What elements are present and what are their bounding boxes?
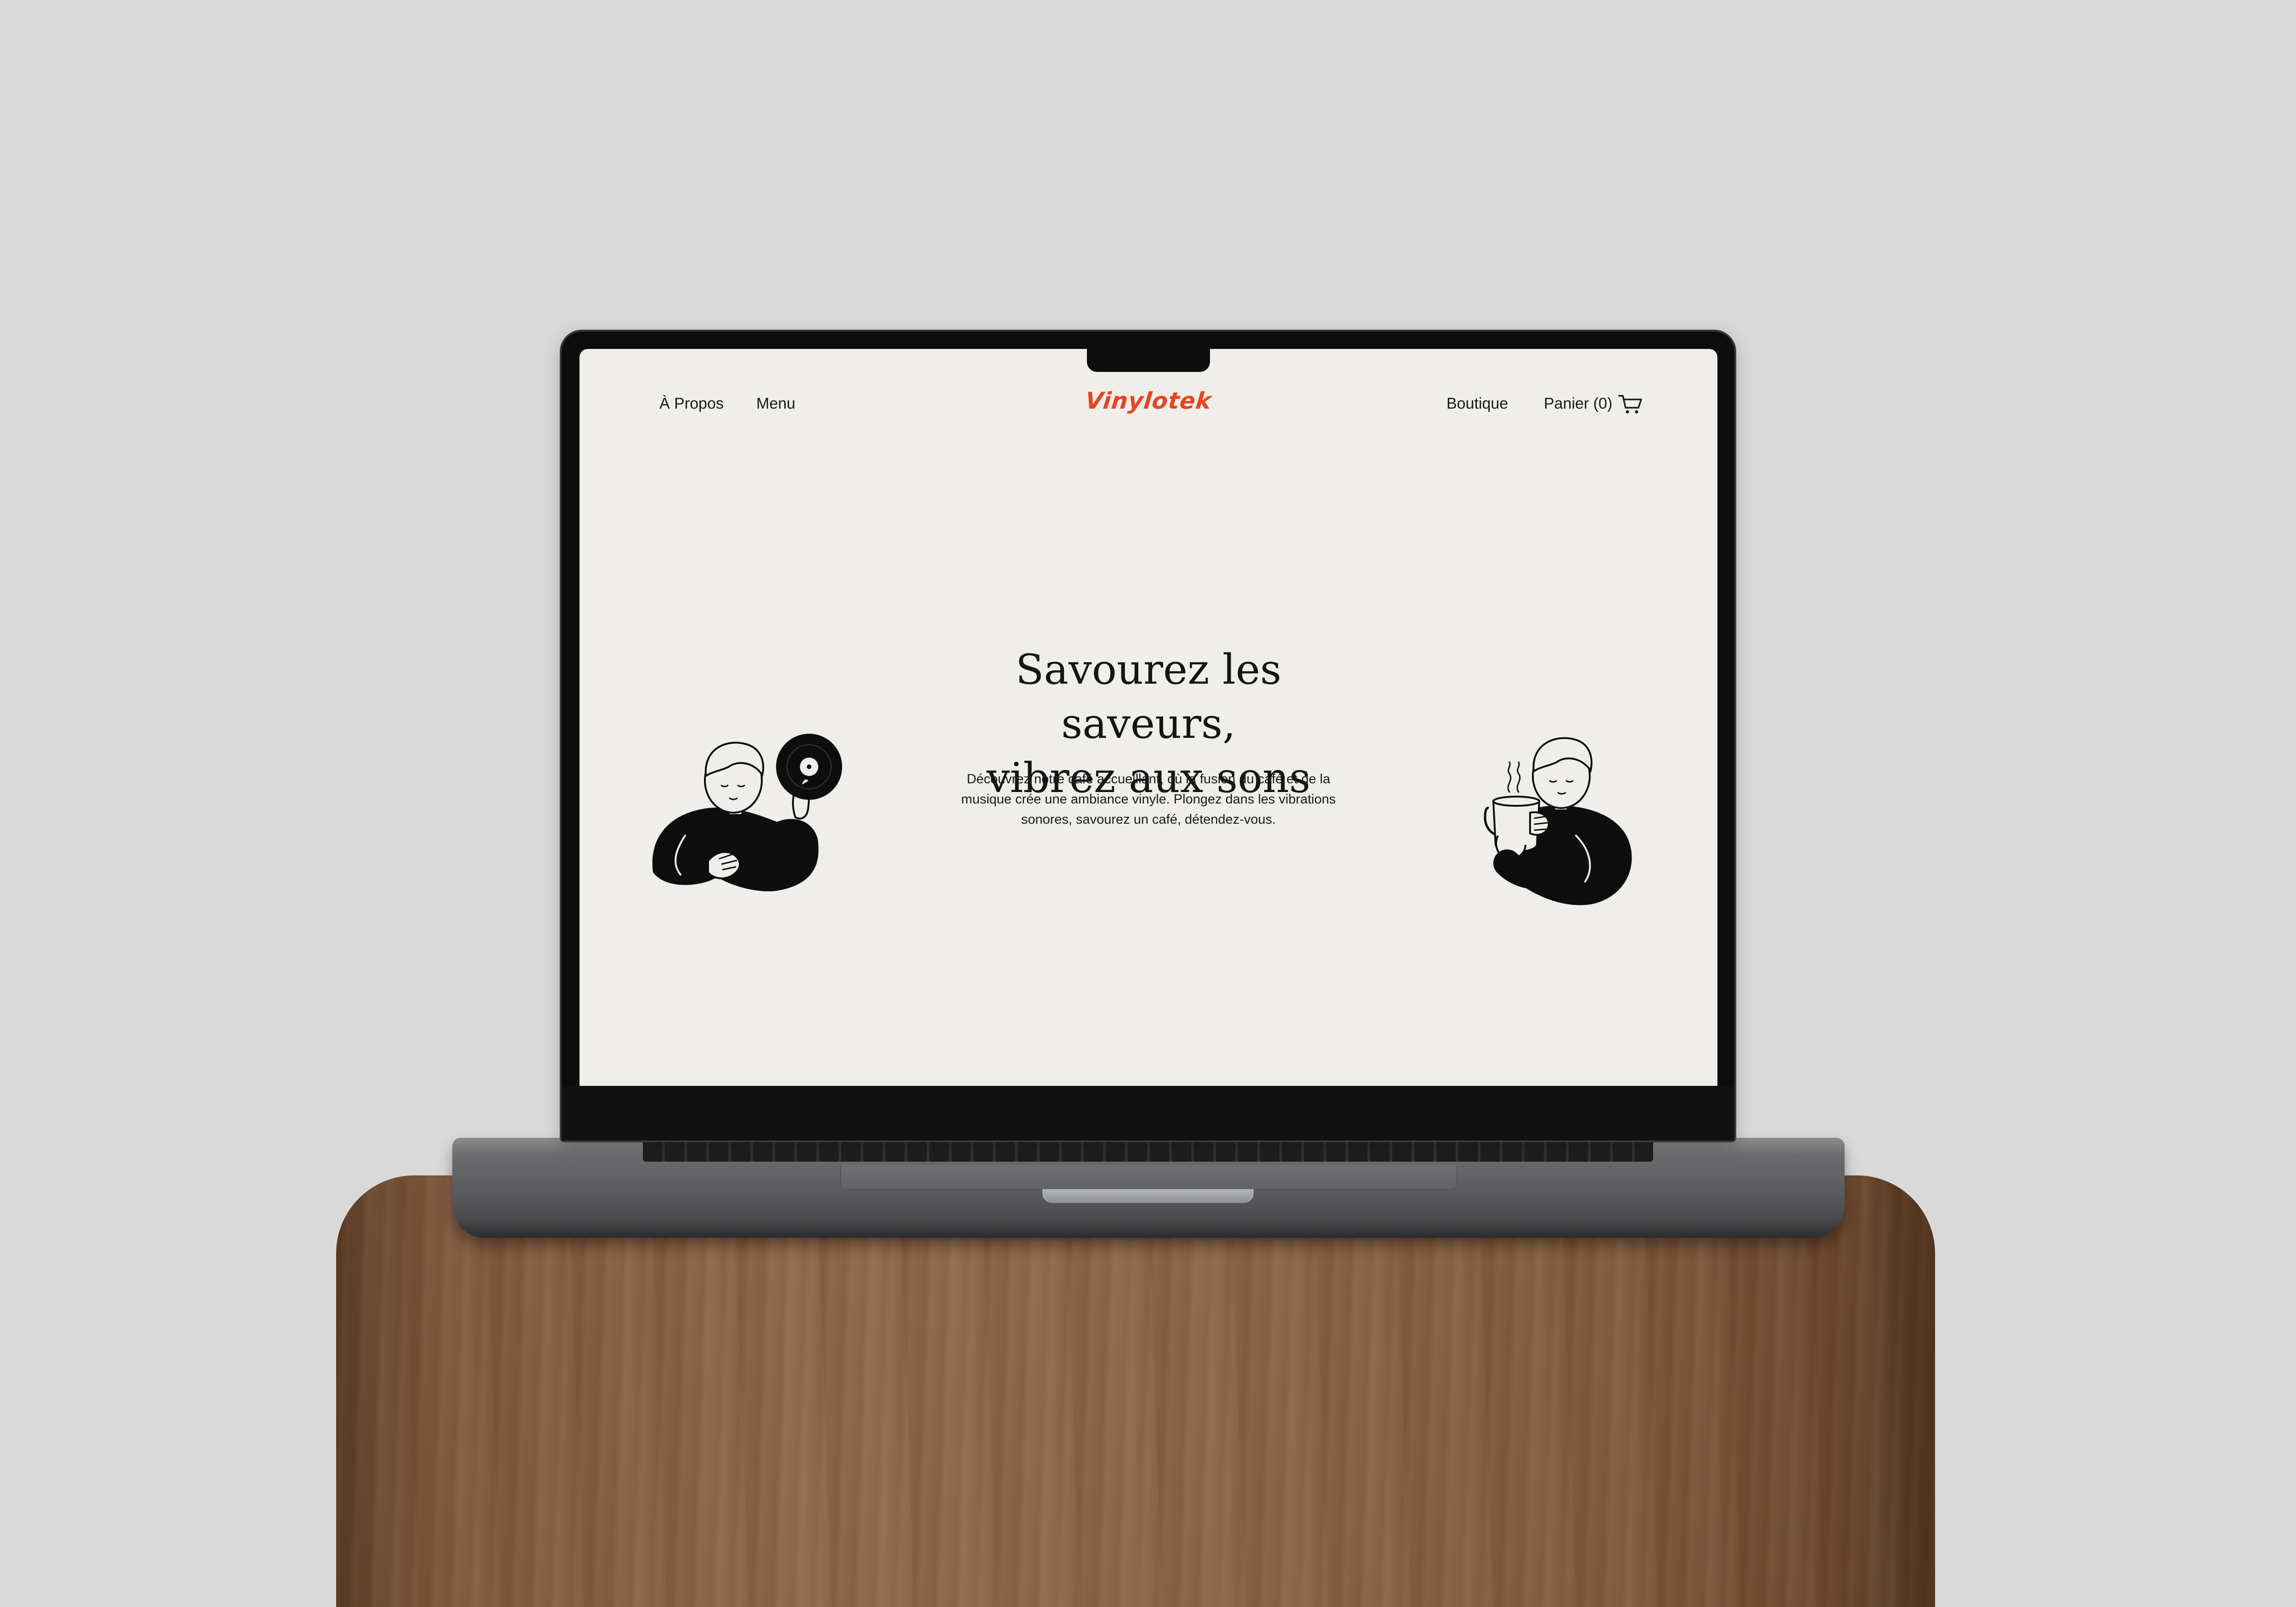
shopping-cart-icon[interactable] bbox=[1618, 394, 1643, 415]
person-vinyl-illustration bbox=[652, 734, 842, 892]
person-coffee-illustration bbox=[1484, 737, 1632, 905]
camera-notch bbox=[1087, 349, 1210, 372]
nav-boutique[interactable]: Boutique bbox=[1446, 395, 1508, 413]
laptop-trackpad bbox=[840, 1165, 1458, 1190]
nav-a-propos[interactable]: À Propos bbox=[659, 395, 724, 413]
laptop-screen-bezel-bottom bbox=[562, 1086, 1734, 1141]
hero-title-line1: Savourez les saveurs, bbox=[1015, 646, 1282, 748]
hero-description: Découvrez notre café accueillant, où la … bbox=[961, 772, 1336, 827]
website-screen: À Propos Menu Vinylotek Boutique Panier … bbox=[580, 349, 1717, 1086]
laptop-front-notch bbox=[1042, 1189, 1254, 1203]
nav-menu[interactable]: Menu bbox=[756, 395, 795, 413]
vinylotek-logo[interactable]: Vinylotek bbox=[1080, 388, 1216, 414]
nav-cart[interactable]: Panier (0) bbox=[1544, 395, 1612, 413]
